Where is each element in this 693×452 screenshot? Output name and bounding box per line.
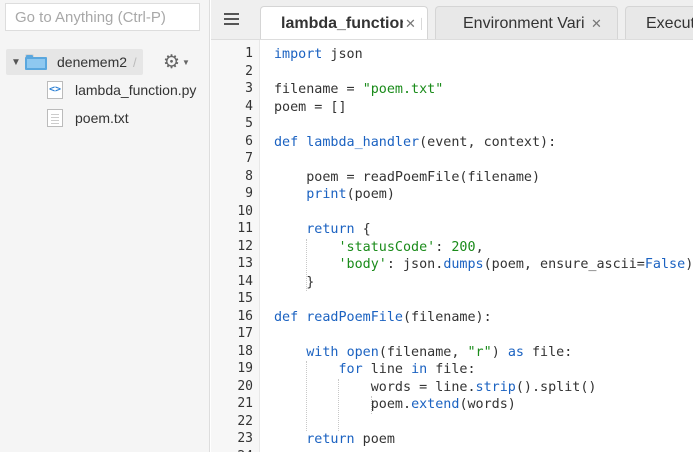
tab-label: Environment Vari: [463, 14, 585, 32]
tree-root-folder[interactable]: ▼ denemem2 /: [6, 49, 143, 75]
line-number: 7: [245, 151, 253, 166]
code-editor[interactable]: 123456789101112131415161718192021222324 …: [211, 40, 693, 452]
settings-gear-button[interactable]: ⚙ ▼: [163, 51, 193, 73]
line-number: 24: [211, 449, 253, 452]
line-number: 16: [237, 308, 253, 324]
expand-caret-icon[interactable]: ▼: [11, 57, 21, 68]
line-number: 10: [237, 203, 253, 219]
line-number: 23: [237, 431, 253, 446]
file-item-poem-txt[interactable]: poem.txt: [47, 107, 129, 129]
line-number-gutter: 123456789101112131415161718192021222324: [211, 40, 260, 452]
line-number: 6: [245, 133, 253, 149]
indent-guide: [306, 238, 308, 291]
line-number: 13: [237, 256, 253, 271]
root-folder-label: denemem2: [57, 54, 128, 70]
line-number: 20: [237, 378, 253, 394]
line-number: 9: [245, 186, 253, 201]
line-number: 14: [237, 273, 253, 289]
code-line: def lambda_handler(event, context):: [274, 134, 557, 150]
line-number: 22: [237, 413, 253, 429]
line-number: 18: [237, 343, 253, 359]
code-line: def readPoemFile(filename):: [274, 309, 492, 325]
tab-separator: │: [418, 18, 426, 30]
file-label: lambda_function.py: [75, 82, 197, 98]
code-line: poem.extend(words): [274, 397, 516, 412]
tab-environment-variables[interactable]: Environment Vari ✕: [435, 6, 618, 39]
code-line: import json: [274, 47, 363, 62]
close-icon[interactable]: ✕: [591, 16, 602, 32]
line-number: 21: [237, 396, 253, 411]
indent-guide: [370, 396, 372, 414]
file-item-lambda-function[interactable]: <> lambda_function.py: [47, 79, 196, 101]
code-line: }: [274, 274, 315, 290]
folder-icon: [25, 54, 47, 70]
code-line: return {: [306, 222, 371, 237]
root-folder-slash: /: [133, 54, 137, 70]
code-line: 'body': json.dumps(poem, ensure_ascii=Fa…: [338, 257, 693, 272]
code-line: filename = "poem.txt": [274, 82, 444, 97]
line-number: 8: [245, 168, 253, 184]
code-line: poem = []: [274, 99, 347, 115]
line-number: 5: [245, 116, 253, 131]
line-number: 12: [237, 238, 253, 254]
line-number: 2: [245, 63, 253, 79]
code-line: poem = readPoemFile(filename): [274, 169, 541, 185]
editor-tab-bar: lambda_function ✕ │ Environment Vari ✕ E…: [211, 0, 693, 40]
code-line: words = line.strip().split(): [274, 379, 597, 395]
file-label: poem.txt: [75, 110, 129, 126]
line-number: 1: [245, 46, 253, 61]
line-number: 19: [237, 361, 253, 376]
chevron-down-icon: ▼: [182, 57, 190, 67]
tab-menu-icon[interactable]: [222, 11, 242, 27]
code-line: for line in file:: [338, 362, 476, 377]
tab-lambda-function[interactable]: lambda_function ✕ │: [260, 6, 428, 39]
tab-label: Execut: [646, 14, 693, 32]
gear-icon: ⚙: [163, 51, 181, 73]
code-line: return poem: [306, 432, 395, 447]
line-number: 4: [245, 98, 253, 114]
line-number: 3: [245, 81, 253, 96]
go-to-anything-search[interactable]: [5, 3, 200, 31]
indent-guide: [306, 361, 308, 431]
close-icon[interactable]: ✕: [405, 16, 416, 32]
tab-execution-results[interactable]: Execut: [625, 6, 693, 39]
file-explorer-sidebar: ▼ denemem2 / ⚙▼ <> lambda_function.py po…: [0, 0, 210, 452]
code-line: print(poem): [306, 187, 395, 202]
search-input[interactable]: [6, 4, 199, 30]
line-number: 17: [237, 326, 253, 341]
text-file-icon: [47, 109, 63, 127]
tab-label: lambda_function: [281, 15, 403, 32]
line-number: 15: [237, 291, 253, 306]
code-line: with open(filename, "r") as file:: [306, 344, 573, 360]
line-number: 11: [237, 221, 253, 236]
python-file-icon: <>: [47, 81, 63, 99]
indent-guide: [338, 378, 340, 431]
